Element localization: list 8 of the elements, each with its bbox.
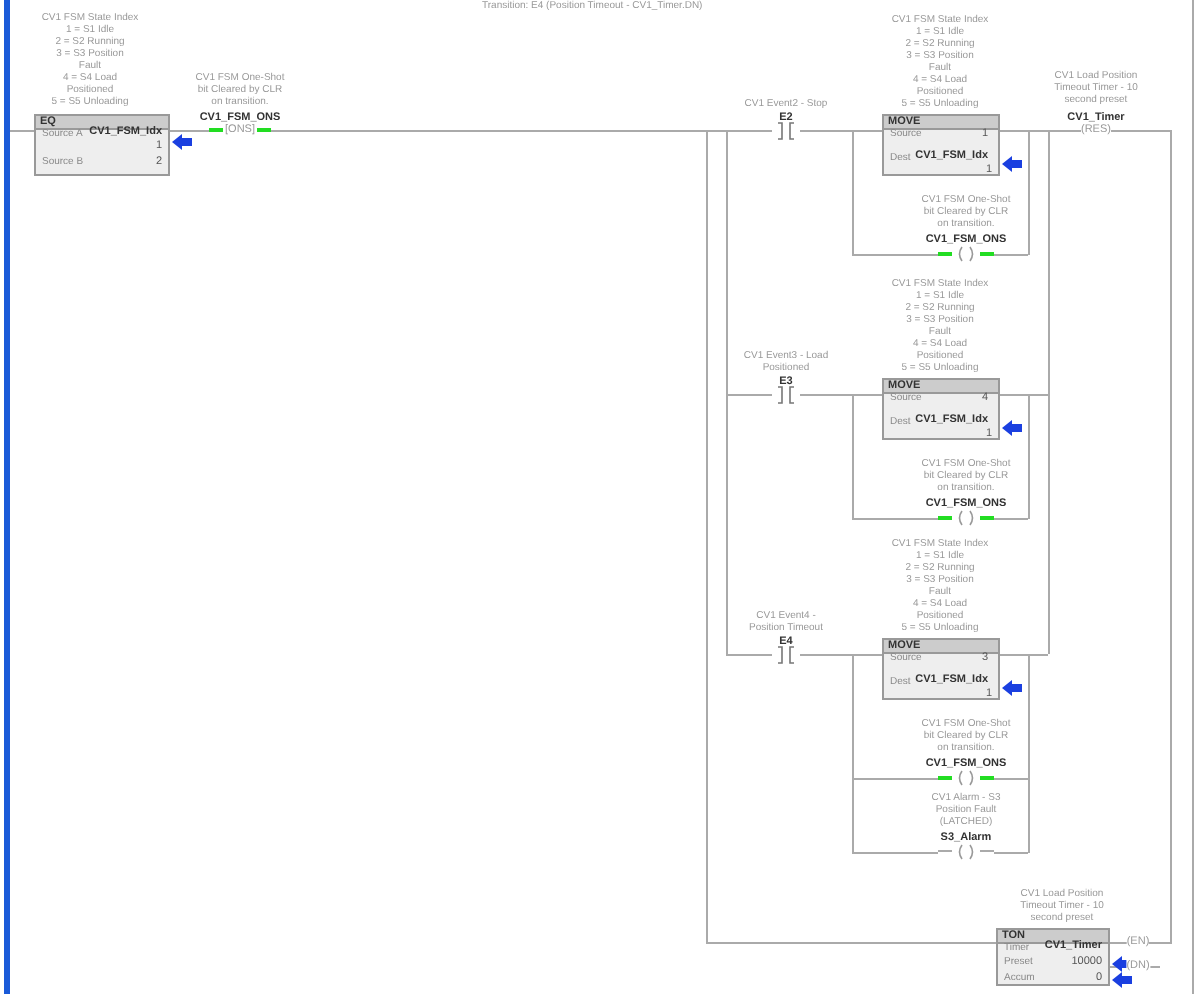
coil-icon bbox=[954, 770, 978, 786]
coil-icon bbox=[954, 246, 978, 262]
coil-icon bbox=[954, 510, 978, 526]
arrow-icon bbox=[1002, 420, 1022, 436]
arrow-icon bbox=[1002, 156, 1022, 172]
arrow-icon bbox=[1002, 680, 1022, 696]
arrow-icon bbox=[172, 134, 192, 150]
coil-icon bbox=[954, 844, 978, 860]
